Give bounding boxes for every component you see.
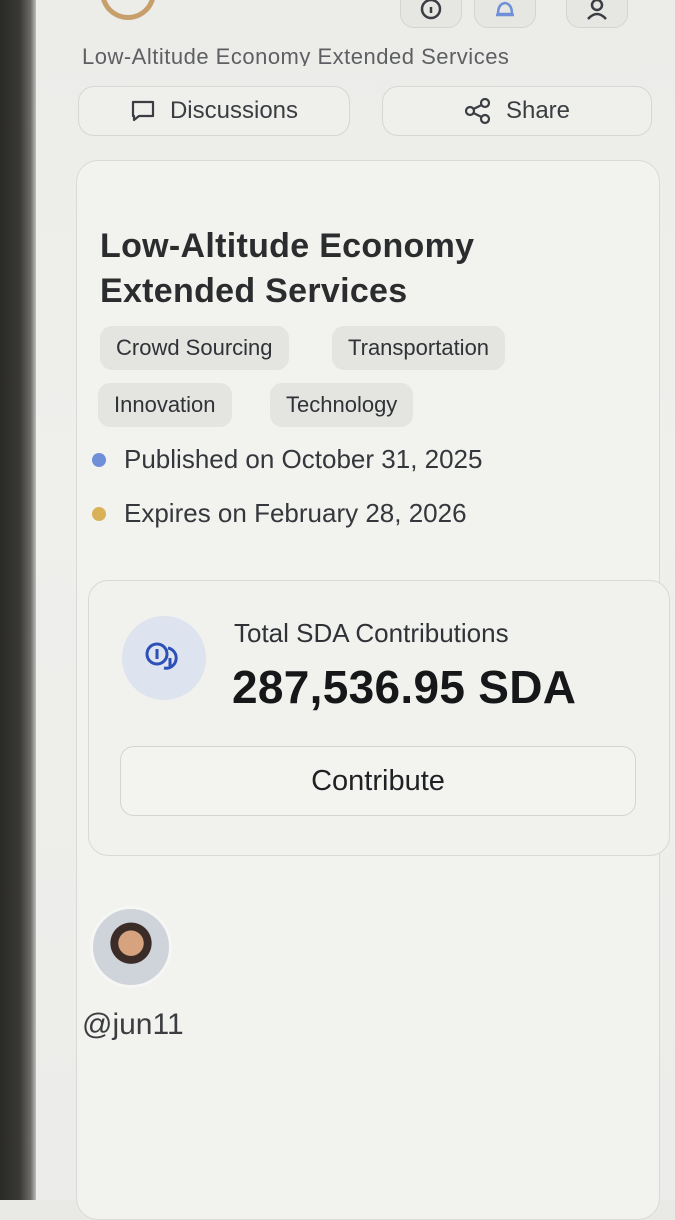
discussions-label: Discussions [169, 97, 299, 124]
tag-innovation[interactable]: Innovation [98, 383, 232, 427]
share-button[interactable]: Share [382, 86, 652, 136]
published-row: Published on October 31, 2025 [92, 444, 482, 475]
logo-icon[interactable] [100, 0, 156, 20]
contributions-value: 287,536.95 SDA [232, 661, 577, 713]
notifications-button[interactable] [474, 0, 536, 28]
contributions-label: Total SDA Contributions [234, 618, 509, 648]
page-subtitle: Low-Altitude Economy Extended Services [82, 44, 510, 66]
author-username[interactable]: @jun11 [82, 1008, 184, 1042]
expires-dot [92, 506, 106, 521]
project-title: Low-Altitude Economy Extended Services [100, 227, 475, 310]
published-dot [92, 452, 106, 467]
tag-crowd-sourcing[interactable]: Crowd Sourcing [100, 326, 289, 370]
tag-transportation[interactable]: Transportation [332, 326, 506, 370]
top-bar [36, 0, 675, 40]
share-icon [464, 97, 491, 125]
profile-button[interactable] [566, 0, 628, 28]
device-bezel [0, 0, 36, 1200]
user-icon [587, 0, 607, 20]
info-icon [420, 0, 442, 19]
author-avatar[interactable] [90, 906, 172, 988]
discussions-button[interactable]: Discussions [78, 86, 350, 136]
expires-date: Expires on February 28, 2026 [124, 498, 467, 528]
share-label: Share [505, 97, 571, 124]
info-button[interactable] [400, 0, 462, 28]
app-screen: Low-Altitude Economy Extended Services D… [36, 0, 675, 1220]
tag-technology[interactable]: Technology [270, 383, 414, 427]
expires-row: Expires on February 28, 2026 [92, 498, 467, 529]
coins-icon [145, 642, 178, 670]
chat-icon [131, 100, 155, 122]
published-date: Published on October 31, 2025 [124, 444, 483, 474]
bell-icon [496, 1, 514, 16]
contribute-button[interactable]: Contribute [120, 746, 636, 816]
coins-badge [122, 616, 206, 700]
